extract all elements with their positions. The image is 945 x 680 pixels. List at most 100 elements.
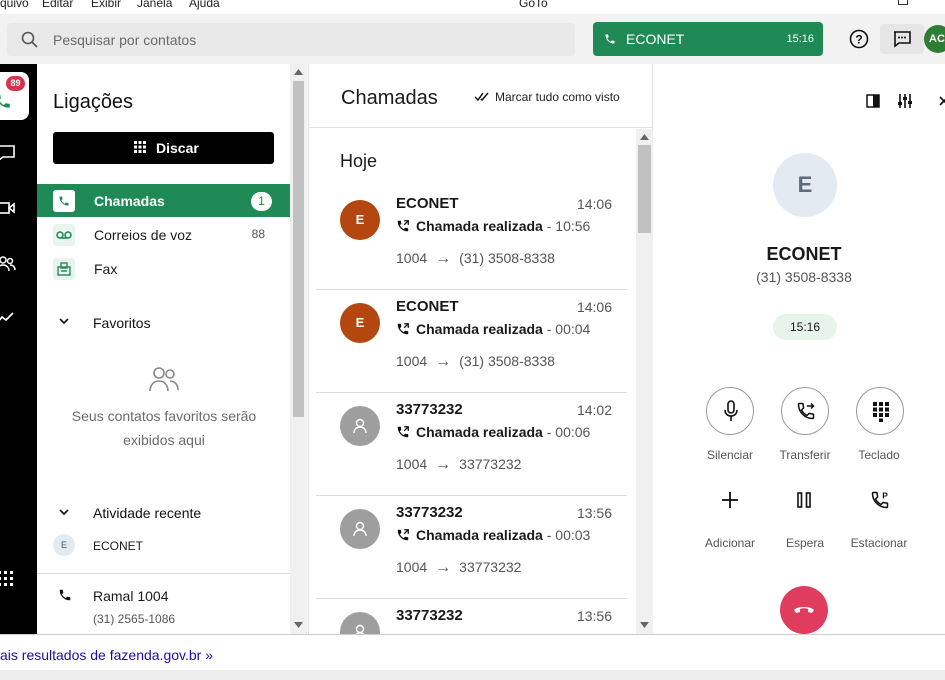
call-to: 33773232 bbox=[459, 456, 522, 472]
chevron-down-icon[interactable] bbox=[59, 507, 69, 517]
hold-icon[interactable] bbox=[797, 492, 811, 508]
menu-ajuda[interactable]: Ajuda bbox=[189, 0, 220, 10]
menu-exibir[interactable]: Exibir bbox=[91, 0, 121, 10]
group-header-today: Hoje bbox=[340, 151, 378, 171]
call-to: (31) 3508-8338 bbox=[459, 353, 555, 369]
page-title: Ligações bbox=[53, 91, 134, 113]
sidebar-item-fax[interactable]: Fax bbox=[37, 252, 290, 285]
arrow-right-icon: → bbox=[435, 559, 452, 576]
nav-scrollbar[interactable] bbox=[290, 64, 307, 634]
maximize-icon[interactable] bbox=[898, 0, 908, 5]
hang-up-button[interactable] bbox=[780, 586, 828, 634]
call-row[interactable]: E ECONET 14:06 Chamada realizada - 10:56… bbox=[316, 187, 627, 290]
settings-sliders-icon[interactable] bbox=[897, 93, 913, 109]
search-input[interactable]: Pesquisar por contatos bbox=[7, 23, 575, 56]
contact-avatar: E bbox=[773, 153, 837, 217]
call-from: 1004 bbox=[396, 559, 428, 575]
scrollbar-thumb[interactable] bbox=[293, 81, 304, 417]
scroll-up-icon[interactable] bbox=[294, 69, 303, 75]
extension-card[interactable]: Ramal 1004 (31) 2565-1086 bbox=[37, 573, 290, 634]
call-row[interactable]: 33773232 14:02 Chamada realizada - 00:06… bbox=[316, 393, 627, 496]
contacts-icon[interactable] bbox=[0, 254, 16, 274]
calls-scrollbar[interactable] bbox=[636, 129, 653, 634]
microphone-icon bbox=[724, 400, 738, 421]
favorites-header[interactable]: Favoritos bbox=[93, 315, 151, 331]
dial-button[interactable]: Discar bbox=[53, 132, 274, 164]
call-name: 33773232 bbox=[396, 504, 463, 521]
call-name: ECONET bbox=[396, 298, 459, 315]
call-status: Chamada realizada - 00:03 bbox=[396, 527, 590, 543]
avatar[interactable]: AC bbox=[924, 25, 945, 53]
call-route: 1004 → 33773232 bbox=[396, 456, 521, 474]
phone-icon bbox=[53, 190, 75, 212]
avatar: E bbox=[340, 200, 380, 240]
call-name: 33773232 bbox=[396, 607, 463, 624]
call-from: 1004 bbox=[396, 353, 428, 369]
active-call-name: ECONET bbox=[626, 31, 685, 47]
scroll-down-icon[interactable] bbox=[640, 622, 649, 628]
transfer-call-icon bbox=[797, 402, 815, 420]
park-call-icon[interactable]: P bbox=[870, 490, 890, 510]
call-route: 1004 → (31) 3508-8338 bbox=[396, 250, 555, 268]
menu-janela[interactable]: Janela bbox=[137, 0, 172, 10]
close-icon[interactable] bbox=[939, 96, 945, 106]
menu-arquivo[interactable]: quivo bbox=[0, 0, 29, 10]
sidebar-item-chamadas[interactable]: Chamadas 1 bbox=[37, 184, 290, 217]
recent-activity-header[interactable]: Atividade recente bbox=[93, 505, 201, 521]
call-row[interactable]: E ECONET 14:06 Chamada realizada - 00:04… bbox=[316, 290, 627, 393]
call-status: Chamada realizada - 00:04 bbox=[396, 321, 590, 337]
call-to: 33773232 bbox=[459, 559, 522, 575]
more-results-link[interactable]: ais resultados de fazenda.gov.br » bbox=[0, 647, 213, 663]
video-icon[interactable] bbox=[0, 200, 16, 216]
call-status-text: Chamada realizada bbox=[416, 218, 543, 234]
call-status-text: Chamada realizada bbox=[416, 321, 543, 337]
chevron-down-icon[interactable] bbox=[59, 316, 69, 326]
top-bar: Pesquisar por contatos ECONET 15:16 ? AC bbox=[0, 14, 945, 64]
arrow-right-icon: → bbox=[435, 250, 452, 267]
call-duration: - 00:06 bbox=[546, 424, 591, 440]
scroll-down-icon[interactable] bbox=[294, 622, 303, 628]
keypad-button[interactable] bbox=[856, 387, 904, 435]
svg-text:?: ? bbox=[855, 33, 862, 47]
person-icon bbox=[355, 624, 365, 634]
avatar: E bbox=[340, 303, 380, 343]
call-route: 1004 → (31) 3508-8338 bbox=[396, 353, 555, 371]
phone-icon bbox=[605, 34, 615, 44]
side-panel-icon[interactable] bbox=[866, 94, 880, 108]
sidebar-item-label: Fax bbox=[94, 261, 118, 277]
call-row[interactable]: 33773232 13:56 bbox=[316, 599, 627, 634]
mute-button[interactable] bbox=[706, 387, 754, 435]
active-call-pill[interactable]: ECONET 15:16 bbox=[593, 22, 823, 56]
scroll-up-icon[interactable] bbox=[640, 134, 649, 140]
transfer-button[interactable] bbox=[781, 387, 829, 435]
apps-grid-icon[interactable] bbox=[0, 571, 14, 587]
chat-button[interactable] bbox=[880, 24, 924, 54]
person-icon bbox=[353, 521, 367, 537]
svg-text:P: P bbox=[882, 490, 888, 500]
sidebar-item-correios-de-voz[interactable]: Correios de voz 88 bbox=[37, 218, 290, 251]
call-status-text: Chamada realizada bbox=[416, 527, 543, 543]
avatar bbox=[340, 612, 380, 634]
scrollbar-thumb[interactable] bbox=[638, 145, 651, 233]
arrow-right-icon: → bbox=[435, 353, 452, 370]
avatar bbox=[340, 509, 380, 549]
double-check-icon bbox=[474, 92, 489, 102]
call-time: 13:56 bbox=[576, 505, 612, 521]
menu-editar[interactable]: Editar bbox=[42, 0, 73, 10]
add-icon[interactable] bbox=[721, 491, 739, 509]
call-row[interactable]: 33773232 13:56 Chamada realizada - 00:03… bbox=[316, 496, 627, 599]
analytics-icon[interactable] bbox=[0, 310, 16, 326]
dialpad-icon bbox=[873, 402, 889, 422]
phone-icon bbox=[0, 94, 10, 108]
calls-badge: 89 bbox=[6, 76, 25, 91]
avatar-initial: E bbox=[355, 212, 365, 227]
call-time: 14:06 bbox=[576, 299, 612, 315]
messages-icon[interactable] bbox=[0, 144, 16, 162]
extension-number: (31) 2565-1086 bbox=[93, 612, 176, 626]
sidebar-item-label: Correios de voz bbox=[94, 227, 193, 243]
park-label: Estacionar bbox=[850, 536, 908, 550]
mark-all-seen-button[interactable]: Marcar tudo como visto bbox=[495, 90, 620, 104]
call-time: 14:06 bbox=[576, 196, 612, 212]
help-icon[interactable]: ? bbox=[849, 29, 869, 49]
dialpad-icon bbox=[134, 141, 146, 153]
